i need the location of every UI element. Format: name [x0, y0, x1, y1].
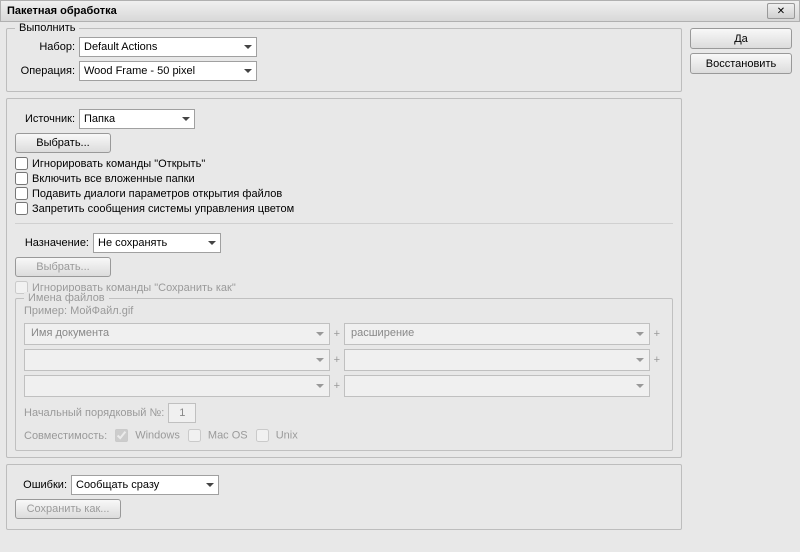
set-select-input[interactable]: Default Actions [79, 37, 257, 57]
override-open-label: Игнорировать команды "Открыть" [32, 158, 205, 170]
compat-label: Совместимость: [24, 430, 107, 442]
filename-field-1: Имя документа [24, 323, 330, 345]
ok-button[interactable]: Да [690, 28, 792, 49]
source-dest-group: Источник: Папка Выбрать... Игнорировать … [6, 98, 682, 458]
source-choose-button[interactable]: Выбрать... [15, 133, 111, 153]
plus-icon: + [330, 354, 344, 366]
compat-windows-label: Windows [135, 429, 180, 441]
suppress-color-warnings-label: Запретить сообщения системы управления ц… [32, 203, 294, 215]
suppress-open-dialogs-label: Подавить диалоги параметров открытия фай… [32, 188, 282, 200]
start-serial-label: Начальный порядковый №: [24, 407, 164, 419]
suppress-color-warnings-checkbox[interactable] [15, 202, 28, 215]
suppress-open-dialogs-checkbox[interactable] [15, 187, 28, 200]
source-select-input[interactable]: Папка [79, 109, 195, 129]
override-open-checkbox[interactable] [15, 157, 28, 170]
filename-field-3 [24, 349, 330, 371]
plus-icon: + [330, 328, 344, 340]
compat-unix-label: Unix [276, 429, 298, 441]
close-icon: ✕ [777, 6, 785, 17]
plus-icon: + [650, 328, 664, 340]
reset-button[interactable]: Восстановить [690, 53, 792, 74]
dest-label: Назначение: [15, 237, 89, 249]
filename-field-6 [344, 375, 650, 397]
include-subfolders-label: Включить все вложенные папки [32, 173, 195, 185]
filenames-group: Имена файлов Пример: МойФайл.gif Имя док… [15, 298, 673, 451]
dest-select[interactable]: Не сохранять [93, 233, 221, 253]
errors-select[interactable]: Сообщать сразу [71, 475, 219, 495]
start-serial-input [168, 403, 196, 423]
plus-icon: + [650, 354, 664, 366]
set-select[interactable]: Default Actions [79, 37, 257, 57]
compat-mac-label: Mac OS [208, 429, 248, 441]
operation-label: Операция: [15, 65, 75, 77]
title-bar: Пакетная обработка ✕ [0, 0, 800, 22]
example-label: Пример: [24, 305, 67, 317]
filenames-legend: Имена файлов [24, 292, 109, 304]
errors-saveas-button: Сохранить как... [15, 499, 121, 519]
filename-field-2: расширение [344, 323, 650, 345]
compat-mac-checkbox [188, 429, 201, 442]
source-select[interactable]: Папка [79, 109, 195, 129]
play-group: Выполнить Набор: Default Actions Операци… [6, 28, 682, 92]
compat-windows-checkbox [115, 429, 128, 442]
close-button[interactable]: ✕ [767, 3, 795, 19]
play-legend: Выполнить [15, 22, 79, 34]
errors-label: Ошибки: [15, 479, 67, 491]
window-title: Пакетная обработка [5, 5, 767, 17]
set-label: Набор: [15, 41, 75, 53]
filename-field-4 [344, 349, 650, 371]
dest-select-input[interactable]: Не сохранять [93, 233, 221, 253]
operation-select[interactable]: Wood Frame - 50 pixel [79, 61, 257, 81]
source-label: Источник: [15, 113, 75, 125]
errors-select-input[interactable]: Сообщать сразу [71, 475, 219, 495]
filename-field-5 [24, 375, 330, 397]
include-subfolders-checkbox[interactable] [15, 172, 28, 185]
compat-unix-checkbox [256, 429, 269, 442]
operation-select-input[interactable]: Wood Frame - 50 pixel [79, 61, 257, 81]
example-value: МойФайл.gif [70, 305, 133, 317]
errors-group: Ошибки: Сообщать сразу Сохранить как... [6, 464, 682, 530]
plus-icon: + [330, 380, 344, 392]
dest-choose-button: Выбрать... [15, 257, 111, 277]
